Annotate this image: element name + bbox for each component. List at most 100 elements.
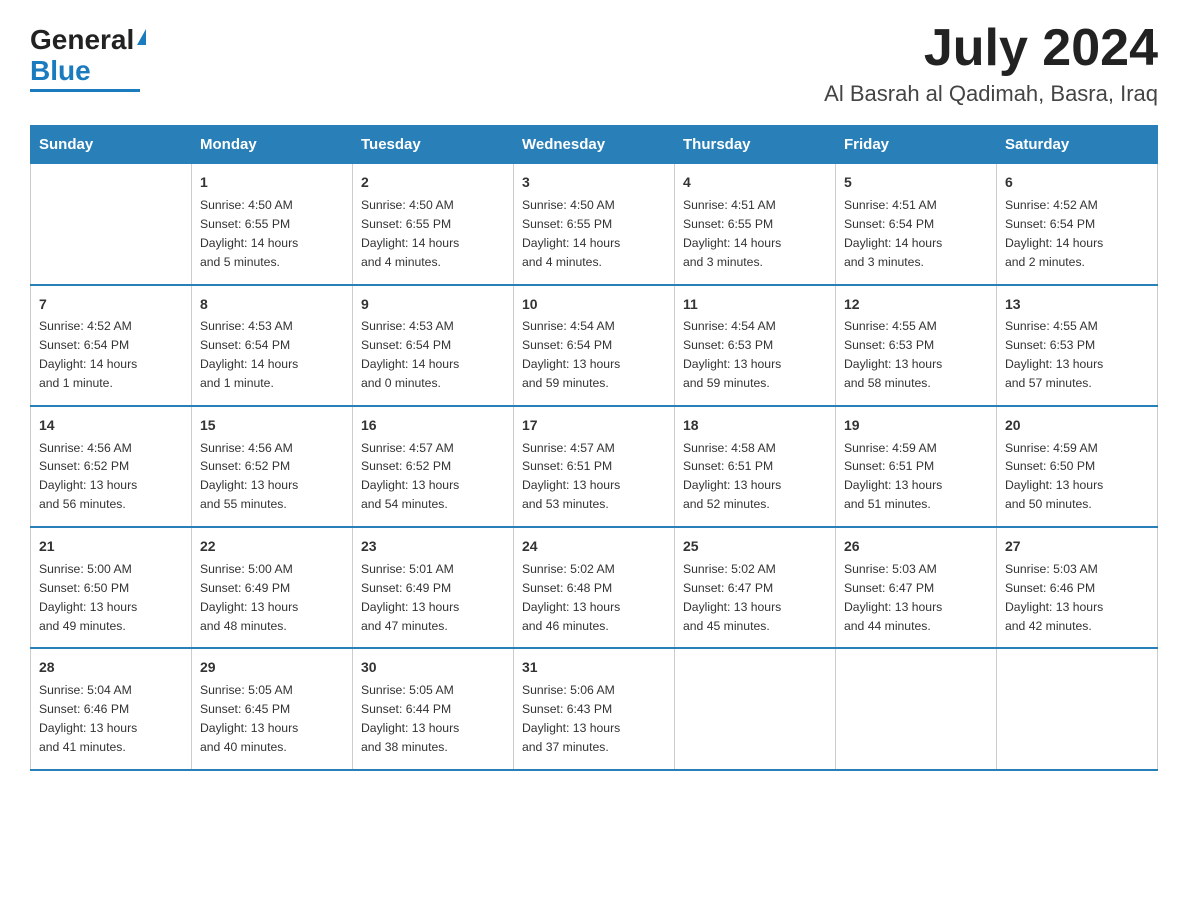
day-of-week-thursday: Thursday (675, 126, 836, 164)
day-number: 17 (522, 415, 666, 437)
day-of-week-friday: Friday (836, 126, 997, 164)
calendar-cell: 13Sunrise: 4:55 AM Sunset: 6:53 PM Dayli… (997, 285, 1158, 406)
day-number: 5 (844, 172, 988, 194)
day-info: Sunrise: 5:02 AM Sunset: 6:47 PM Dayligh… (683, 560, 827, 636)
calendar-cell (675, 648, 836, 769)
calendar-week-4: 21Sunrise: 5:00 AM Sunset: 6:50 PM Dayli… (31, 527, 1158, 648)
calendar-cell: 24Sunrise: 5:02 AM Sunset: 6:48 PM Dayli… (514, 527, 675, 648)
day-number: 1 (200, 172, 344, 194)
day-number: 10 (522, 294, 666, 316)
calendar-cell: 12Sunrise: 4:55 AM Sunset: 6:53 PM Dayli… (836, 285, 997, 406)
day-info: Sunrise: 4:51 AM Sunset: 6:54 PM Dayligh… (844, 196, 988, 272)
day-of-week-monday: Monday (192, 126, 353, 164)
calendar-cell: 9Sunrise: 4:53 AM Sunset: 6:54 PM Daylig… (353, 285, 514, 406)
day-info: Sunrise: 4:52 AM Sunset: 6:54 PM Dayligh… (1005, 196, 1149, 272)
day-number: 3 (522, 172, 666, 194)
day-info: Sunrise: 4:58 AM Sunset: 6:51 PM Dayligh… (683, 439, 827, 515)
calendar-cell: 6Sunrise: 4:52 AM Sunset: 6:54 PM Daylig… (997, 164, 1158, 285)
calendar-cell: 16Sunrise: 4:57 AM Sunset: 6:52 PM Dayli… (353, 406, 514, 527)
day-info: Sunrise: 5:05 AM Sunset: 6:45 PM Dayligh… (200, 681, 344, 757)
calendar-week-5: 28Sunrise: 5:04 AM Sunset: 6:46 PM Dayli… (31, 648, 1158, 769)
calendar-cell: 27Sunrise: 5:03 AM Sunset: 6:46 PM Dayli… (997, 527, 1158, 648)
calendar-cell: 28Sunrise: 5:04 AM Sunset: 6:46 PM Dayli… (31, 648, 192, 769)
logo-general-text: General (30, 25, 134, 56)
calendar-cell: 1Sunrise: 4:50 AM Sunset: 6:55 PM Daylig… (192, 164, 353, 285)
day-number: 30 (361, 657, 505, 679)
day-of-week-wednesday: Wednesday (514, 126, 675, 164)
day-number: 11 (683, 294, 827, 316)
title-area: July 2024 Al Basrah al Qadimah, Basra, I… (824, 20, 1158, 107)
day-of-week-saturday: Saturday (997, 126, 1158, 164)
logo: General Blue (30, 20, 146, 92)
calendar-cell: 14Sunrise: 4:56 AM Sunset: 6:52 PM Dayli… (31, 406, 192, 527)
calendar-cell (836, 648, 997, 769)
logo-underline (30, 89, 140, 92)
day-info: Sunrise: 4:53 AM Sunset: 6:54 PM Dayligh… (361, 317, 505, 393)
calendar-cell: 2Sunrise: 4:50 AM Sunset: 6:55 PM Daylig… (353, 164, 514, 285)
day-info: Sunrise: 5:04 AM Sunset: 6:46 PM Dayligh… (39, 681, 183, 757)
calendar-cell: 22Sunrise: 5:00 AM Sunset: 6:49 PM Dayli… (192, 527, 353, 648)
calendar-cell: 15Sunrise: 4:56 AM Sunset: 6:52 PM Dayli… (192, 406, 353, 527)
calendar-cell: 25Sunrise: 5:02 AM Sunset: 6:47 PM Dayli… (675, 527, 836, 648)
calendar-cell: 5Sunrise: 4:51 AM Sunset: 6:54 PM Daylig… (836, 164, 997, 285)
day-info: Sunrise: 4:57 AM Sunset: 6:52 PM Dayligh… (361, 439, 505, 515)
calendar-cell: 29Sunrise: 5:05 AM Sunset: 6:45 PM Dayli… (192, 648, 353, 769)
day-info: Sunrise: 5:02 AM Sunset: 6:48 PM Dayligh… (522, 560, 666, 636)
calendar-cell (31, 164, 192, 285)
day-of-week-tuesday: Tuesday (353, 126, 514, 164)
day-info: Sunrise: 4:51 AM Sunset: 6:55 PM Dayligh… (683, 196, 827, 272)
day-info: Sunrise: 4:50 AM Sunset: 6:55 PM Dayligh… (361, 196, 505, 272)
calendar-table: SundayMondayTuesdayWednesdayThursdayFrid… (30, 125, 1158, 771)
day-number: 15 (200, 415, 344, 437)
day-info: Sunrise: 4:57 AM Sunset: 6:51 PM Dayligh… (522, 439, 666, 515)
day-number: 7 (39, 294, 183, 316)
day-number: 8 (200, 294, 344, 316)
day-info: Sunrise: 4:54 AM Sunset: 6:54 PM Dayligh… (522, 317, 666, 393)
calendar-cell: 8Sunrise: 4:53 AM Sunset: 6:54 PM Daylig… (192, 285, 353, 406)
calendar-cell: 17Sunrise: 4:57 AM Sunset: 6:51 PM Dayli… (514, 406, 675, 527)
day-number: 23 (361, 536, 505, 558)
day-info: Sunrise: 4:50 AM Sunset: 6:55 PM Dayligh… (522, 196, 666, 272)
calendar-cell: 30Sunrise: 5:05 AM Sunset: 6:44 PM Dayli… (353, 648, 514, 769)
day-number: 20 (1005, 415, 1149, 437)
location-title: Al Basrah al Qadimah, Basra, Iraq (824, 81, 1158, 107)
calendar-cell: 20Sunrise: 4:59 AM Sunset: 6:50 PM Dayli… (997, 406, 1158, 527)
day-number: 9 (361, 294, 505, 316)
day-number: 21 (39, 536, 183, 558)
calendar-cell: 26Sunrise: 5:03 AM Sunset: 6:47 PM Dayli… (836, 527, 997, 648)
day-info: Sunrise: 4:50 AM Sunset: 6:55 PM Dayligh… (200, 196, 344, 272)
calendar-week-1: 1Sunrise: 4:50 AM Sunset: 6:55 PM Daylig… (31, 164, 1158, 285)
day-info: Sunrise: 5:03 AM Sunset: 6:47 PM Dayligh… (844, 560, 988, 636)
calendar-cell: 10Sunrise: 4:54 AM Sunset: 6:54 PM Dayli… (514, 285, 675, 406)
day-number: 19 (844, 415, 988, 437)
calendar-cell: 23Sunrise: 5:01 AM Sunset: 6:49 PM Dayli… (353, 527, 514, 648)
day-info: Sunrise: 5:01 AM Sunset: 6:49 PM Dayligh… (361, 560, 505, 636)
day-info: Sunrise: 4:52 AM Sunset: 6:54 PM Dayligh… (39, 317, 183, 393)
day-info: Sunrise: 5:05 AM Sunset: 6:44 PM Dayligh… (361, 681, 505, 757)
page-header: General Blue July 2024 Al Basrah al Qadi… (30, 20, 1158, 107)
day-info: Sunrise: 4:56 AM Sunset: 6:52 PM Dayligh… (200, 439, 344, 515)
calendar-cell: 18Sunrise: 4:58 AM Sunset: 6:51 PM Dayli… (675, 406, 836, 527)
calendar-cell: 21Sunrise: 5:00 AM Sunset: 6:50 PM Dayli… (31, 527, 192, 648)
day-number: 28 (39, 657, 183, 679)
day-info: Sunrise: 5:03 AM Sunset: 6:46 PM Dayligh… (1005, 560, 1149, 636)
day-number: 2 (361, 172, 505, 194)
day-info: Sunrise: 4:55 AM Sunset: 6:53 PM Dayligh… (1005, 317, 1149, 393)
day-info: Sunrise: 5:00 AM Sunset: 6:50 PM Dayligh… (39, 560, 183, 636)
calendar-cell: 7Sunrise: 4:52 AM Sunset: 6:54 PM Daylig… (31, 285, 192, 406)
day-info: Sunrise: 4:53 AM Sunset: 6:54 PM Dayligh… (200, 317, 344, 393)
day-number: 18 (683, 415, 827, 437)
day-number: 12 (844, 294, 988, 316)
calendar-cell: 4Sunrise: 4:51 AM Sunset: 6:55 PM Daylig… (675, 164, 836, 285)
day-number: 26 (844, 536, 988, 558)
day-number: 29 (200, 657, 344, 679)
day-number: 27 (1005, 536, 1149, 558)
calendar-week-3: 14 Sunrise: 4:56 AM Sunset: 6:52 PM Dayli… (31, 406, 1158, 527)
day-number: 14 (39, 415, 183, 437)
calendar-cell: 31Sunrise: 5:06 AM Sunset: 6:43 PM Dayli… (514, 648, 675, 769)
calendar-header: SundayMondayTuesdayWednesdayThursdayFrid… (31, 126, 1158, 164)
day-number: 25 (683, 536, 827, 558)
day-number: 13 (1005, 294, 1149, 316)
calendar-cell: 19Sunrise: 4:59 AM Sunset: 6:51 PM Dayli… (836, 406, 997, 527)
day-number: 16 (361, 415, 505, 437)
